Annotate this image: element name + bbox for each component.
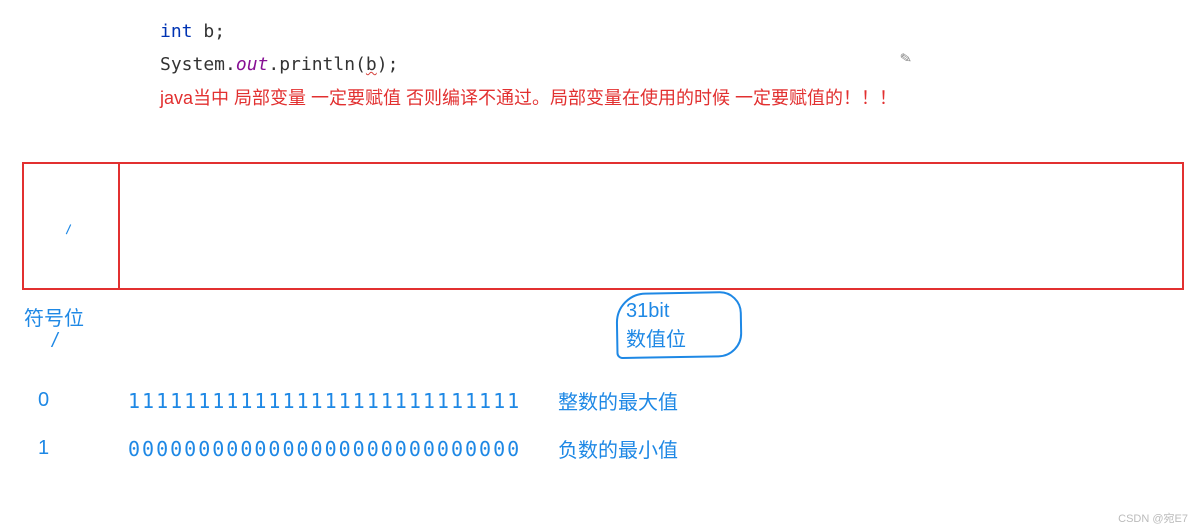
watermark: CSDN @宛E7 — [1118, 510, 1188, 526]
sign-bit-label: 符号位 — [24, 302, 84, 331]
class-system: System. — [160, 54, 236, 75]
code-block: int b; System.out.println(b); java当中 局部变… — [0, 0, 1202, 112]
binary-row-min: 1 0000000000000000000000000000 负数的最小值 — [38, 434, 678, 463]
sign-bit-cell: ⸝ — [24, 164, 120, 288]
sign-bit-arrow: / — [52, 330, 58, 353]
method-println-open: .println( — [268, 54, 366, 75]
code-line-2: System.out.println(b); — [160, 51, 1202, 80]
keyword-int: int — [160, 21, 193, 42]
code-line-1: int b; — [160, 18, 1202, 47]
light-glow-decoration — [1156, 0, 1202, 46]
bits-value: 1111111111111111111111111111 — [128, 389, 558, 413]
bit31-text-line2: 数值位 — [626, 323, 686, 352]
method-println-close: ); — [377, 54, 399, 75]
bit-diagram-box: ⸝ — [22, 162, 1184, 290]
tick-mark: ⸝ — [57, 208, 78, 240]
sign-value: 1 — [38, 437, 128, 460]
arg-b-error: b — [366, 54, 377, 75]
field-out: out — [236, 54, 269, 75]
row-description: 负数的最小值 — [558, 434, 678, 463]
error-explanation: java当中 局部变量 一定要赋值 否则编译不通过。局部变量在使用的时候 一定要… — [160, 84, 1202, 113]
bits-value: 0000000000000000000000000000 — [128, 437, 558, 461]
sign-value: 0 — [38, 389, 128, 412]
binary-row-max: 0 1111111111111111111111111111 整数的最大值 — [38, 386, 678, 415]
bit31-label: 31bit 数值位 — [626, 300, 686, 352]
bit31-text-line1: 31bit — [626, 300, 686, 323]
row-description: 整数的最大值 — [558, 386, 678, 415]
variable-b: b; — [193, 21, 226, 42]
